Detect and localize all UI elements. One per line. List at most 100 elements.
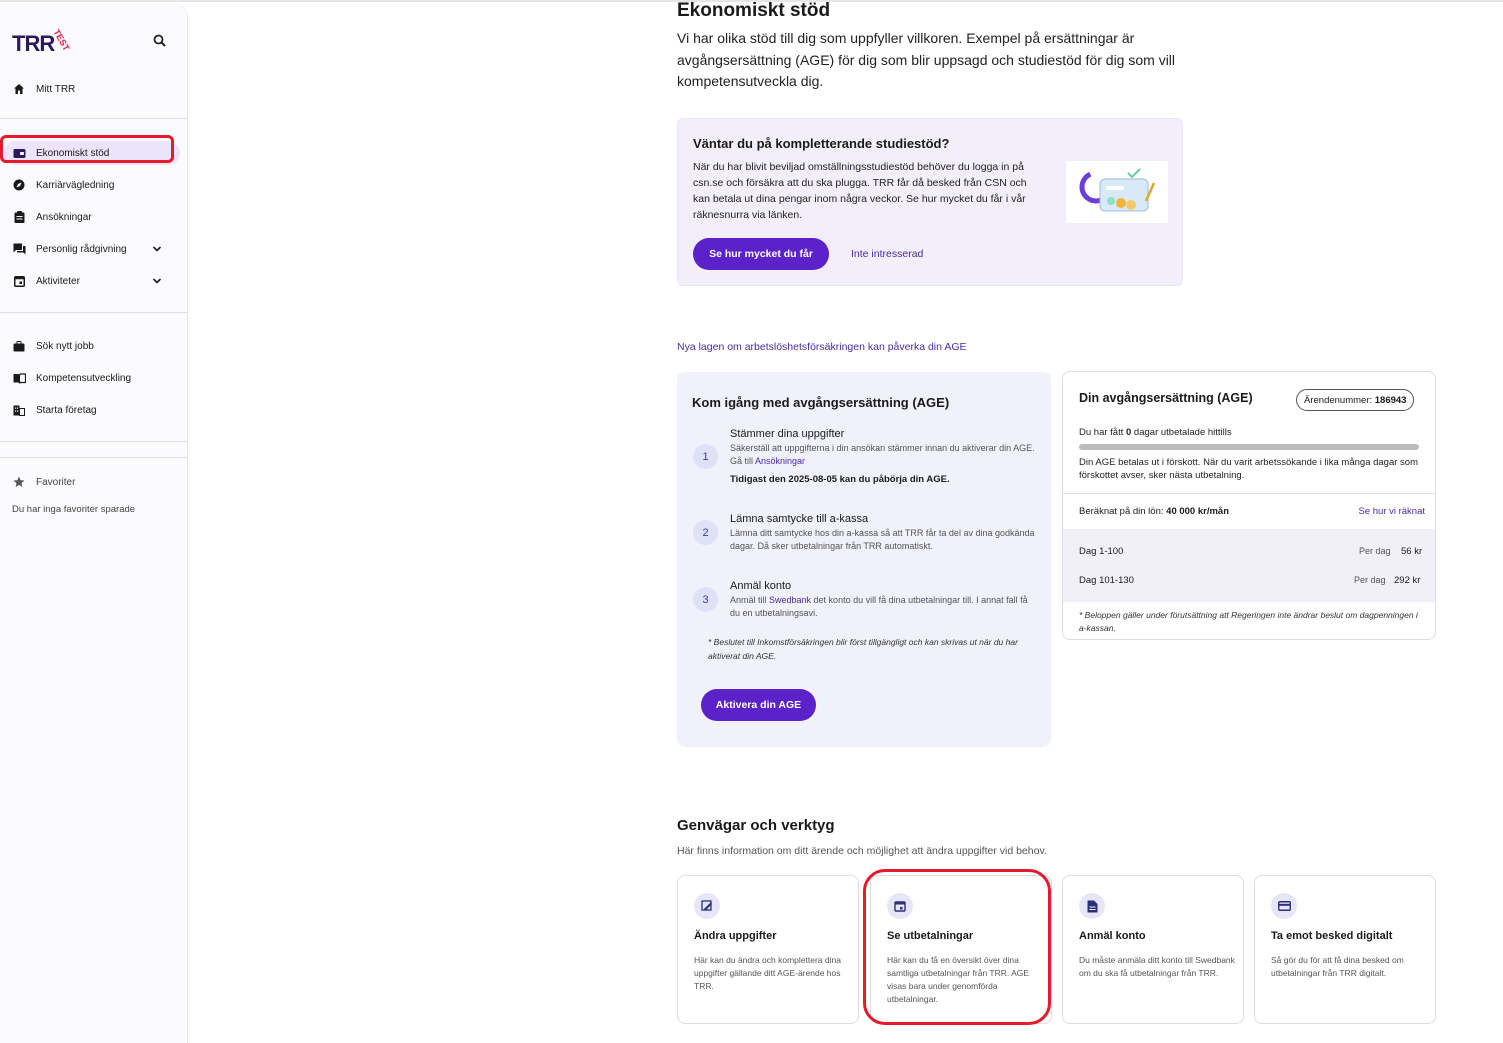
- paid-days-pre: Du har fått: [1079, 427, 1126, 438]
- step-text: Lämna ditt samtycke hos din a-kassa så a…: [730, 528, 1035, 551]
- sidebar-item-starta-foretag[interactable]: Starta företag: [12, 403, 97, 417]
- sidebar-item-aktiviteter[interactable]: Aktiviteter: [12, 274, 162, 288]
- step-text: Anmäl till Swedbank det konto du vill få…: [730, 594, 1035, 620]
- edit-document-icon: [694, 893, 720, 919]
- daily-rate-per-label: Per dag: [1354, 575, 1386, 585]
- sidebar-item-label: Aktiviteter: [36, 275, 80, 287]
- shortcuts-subtitle: Här finns information om ditt ärende och…: [677, 845, 1047, 857]
- shortcut-andra-uppgifter[interactable]: Ändra uppgifter Här kan du ändra och kom…: [677, 875, 859, 1024]
- paid-days-text: Du har fått 0 dagar utbetalade hittills: [1079, 427, 1232, 438]
- sidebar-item-label: Kompetensutveckling: [36, 372, 132, 384]
- salary-value: 40 000 kr/mån: [1166, 506, 1230, 517]
- calendar-icon: [12, 274, 26, 288]
- shortcut-title: Anmäl konto: [1079, 930, 1146, 942]
- shortcuts-title: Genvägar och verktyg: [677, 817, 835, 834]
- promo-title: Väntar du på kompletterande studiestöd?: [693, 136, 950, 151]
- highlight-annotation: [0, 135, 174, 163]
- clipboard-icon: [12, 210, 26, 224]
- shortcut-text: Här kan du ändra och komplettera dina up…: [694, 955, 841, 991]
- favorites-label: Favoriter: [36, 476, 76, 488]
- chat-icon: [12, 242, 26, 256]
- kom-igang-title: Kom igång med avgångsersättning (AGE): [692, 395, 950, 410]
- aktivera-age-button[interactable]: Aktivera din AGE: [701, 689, 816, 721]
- sidebar-divider: [0, 441, 188, 442]
- daily-rate-period: Dag 1-100: [1079, 546, 1124, 557]
- logo-badge: TEST: [51, 27, 72, 53]
- age-law-link[interactable]: Nya lagen om arbetslöshetsförsäkringen k…: [677, 341, 967, 353]
- shortcut-text: Du måste anmäla ditt konto till Swedbank…: [1079, 955, 1235, 978]
- logo-text: TRR: [12, 31, 55, 56]
- page-intro: Vi har olika stöd till dig som uppfyller…: [677, 30, 1176, 89]
- sidebar-item-kompetensutveckling[interactable]: Kompetensutveckling: [12, 371, 131, 385]
- sidebar-item-label: Personlig rådgivning: [36, 243, 127, 255]
- salary-text: Beräknat på din lön: 40 000 kr/mån: [1079, 506, 1229, 517]
- calculator-illustration: [1066, 161, 1168, 223]
- sidebar-item-personlig-radgivning[interactable]: Personlig rådgivning: [12, 242, 162, 256]
- din-age-description: Din AGE betalas ut i förskott. När du va…: [1079, 457, 1418, 481]
- shortcut-title: Ta emot besked digitalt: [1271, 930, 1393, 942]
- sidebar-item-mitt-trr[interactable]: Mitt TRR: [12, 82, 75, 96]
- page-title: Ekonomiskt stöd: [677, 0, 831, 21]
- credit-card-icon: [1271, 893, 1297, 919]
- home-icon: [12, 82, 26, 96]
- case-number-label: Ärendenummer:: [1304, 394, 1373, 406]
- sidebar-item-karriarvagledning[interactable]: Karriärvägledning: [12, 178, 114, 192]
- sidebar-item-ansokningar[interactable]: Ansökningar: [12, 210, 92, 224]
- sidebar-item-label: Starta företag: [36, 404, 97, 416]
- din-age-divider: [1063, 493, 1435, 494]
- swedbank-link[interactable]: Swedbank: [769, 595, 811, 605]
- daily-rate-table: Dag 1-100 Per dag 56 kr Dag 101-130 Per …: [1063, 529, 1435, 602]
- daily-rate-value: 292 kr: [1394, 575, 1421, 586]
- chevron-down-icon[interactable]: [152, 244, 162, 254]
- daily-rate-per-label: Per dag: [1359, 546, 1391, 556]
- shortcut-anmal-konto[interactable]: Anmäl konto Du måste anmäla ditt konto t…: [1062, 875, 1244, 1024]
- studiestod-promo-card: Väntar du på kompletterande studiestöd? …: [677, 118, 1183, 286]
- kom-igang-note: * Beslutet till Inkomstförsäkringen blir…: [708, 637, 1018, 661]
- inte-intresserad-link[interactable]: Inte intresserad: [851, 248, 923, 260]
- daily-rate-value: 56 kr: [1401, 546, 1423, 557]
- shortcut-ta-emot-besked[interactable]: Ta emot besked digitalt Så gör du för at…: [1254, 875, 1436, 1024]
- building-icon: [12, 403, 26, 417]
- step-number: 2: [693, 520, 718, 545]
- chevron-down-icon[interactable]: [152, 276, 162, 286]
- step-number: 3: [693, 587, 718, 612]
- din-age-card: Din avgångsersättning (AGE) Ärendenummer…: [1062, 371, 1436, 640]
- case-number-value: 186943: [1374, 394, 1407, 406]
- din-age-note: * Beloppen gäller under förutsättning at…: [1079, 610, 1418, 633]
- sidebar-item-label: Sök nytt jobb: [36, 340, 94, 352]
- sidebar-item-label: Karriärvägledning: [36, 179, 115, 191]
- step-title: Anmäl konto: [730, 580, 792, 592]
- step-text-body: Anmäl till: [730, 595, 770, 605]
- se-hur-mycket-button[interactable]: Se hur mycket du får: [693, 238, 829, 270]
- paid-days-progress-bar: [1079, 444, 1419, 450]
- trr-logo[interactable]: TRR TEST: [12, 27, 73, 57]
- briefcase-icon: [12, 339, 26, 353]
- sidebar-divider: [0, 457, 188, 458]
- promo-text: När du har blivit beviljad omställningss…: [693, 161, 1027, 221]
- search-icon[interactable]: [152, 33, 168, 49]
- se-hur-vi-raknat-link[interactable]: Se hur vi räknat: [1358, 506, 1425, 517]
- din-age-title: Din avgångsersättning (AGE): [1079, 391, 1253, 405]
- sidebar-item-sok-nytt-jobb[interactable]: Sök nytt jobb: [12, 339, 94, 353]
- salary-label: Beräknat på din lön:: [1079, 506, 1167, 517]
- sidebar-item-label: Ansökningar: [36, 211, 92, 223]
- earliest-start-date: Tidigast den 2025-08-05 kan du påbörja d…: [730, 474, 950, 485]
- sidebar-favorites-header: Favoriter: [12, 475, 75, 489]
- book-icon: [12, 371, 26, 385]
- sidebar-divider: [0, 312, 188, 313]
- kom-igang-card: Kom igång med avgångsersättning (AGE) 1 …: [677, 372, 1051, 747]
- highlight-annotation: [863, 869, 1051, 1025]
- daily-rate-period: Dag 101-130: [1079, 575, 1134, 586]
- sidebar-item-label: Mitt TRR: [36, 83, 76, 95]
- step-text: Säkerställ att uppgifterna i din ansökan…: [730, 442, 1035, 468]
- star-icon: [12, 475, 26, 489]
- sidebar-divider: [0, 118, 188, 119]
- step-title: Stämmer dina uppgifter: [730, 428, 845, 440]
- step-title: Lämna samtycke till a-kassa: [730, 513, 869, 525]
- case-number-badge: Ärendenummer: 186943: [1296, 389, 1415, 411]
- ansokningar-link[interactable]: Ansökningar: [755, 456, 805, 466]
- step-number: 1: [693, 444, 718, 469]
- shortcut-title: Ändra uppgifter: [694, 930, 777, 942]
- shortcut-text: Så gör du för att få dina besked om utbe…: [1271, 955, 1404, 978]
- favorites-empty-text: Du har inga favoriter sparade: [12, 504, 136, 515]
